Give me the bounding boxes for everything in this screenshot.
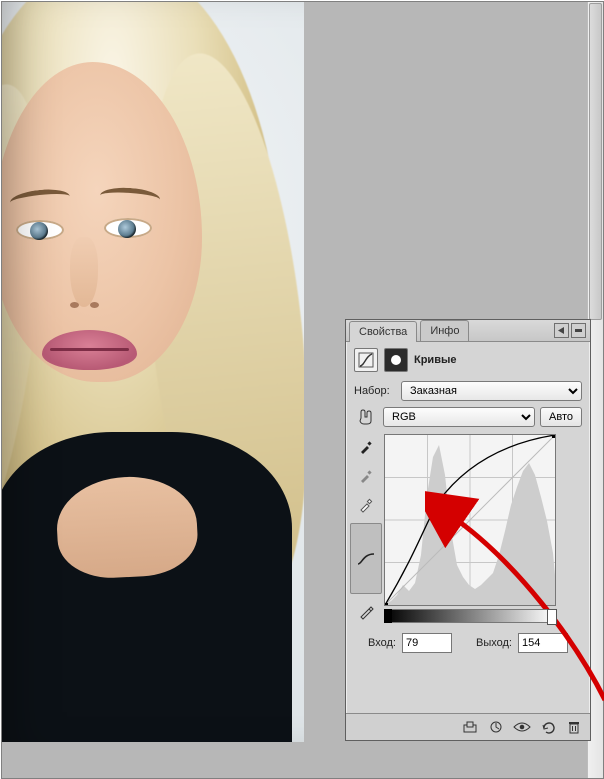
curve-tool-icon[interactable]: [350, 523, 382, 594]
input-label: Вход:: [368, 637, 396, 649]
curves-tool-column: [354, 434, 378, 623]
trash-icon[interactable]: [564, 718, 584, 736]
reset-icon[interactable]: [538, 718, 558, 736]
panel-tabs: Свойства Инфо: [346, 320, 590, 342]
channel-select[interactable]: RGB: [383, 407, 535, 427]
panel-menu-icon[interactable]: [554, 323, 569, 338]
curves-graph[interactable]: [384, 434, 556, 606]
tab-info[interactable]: Инфо: [420, 320, 469, 341]
auto-button[interactable]: Авто: [540, 407, 582, 427]
ramp-black-handle[interactable]: [384, 609, 392, 623]
pencil-tool-icon[interactable]: [354, 601, 378, 623]
eyedropper-black-icon[interactable]: [354, 436, 378, 458]
input-gradient-ramp[interactable]: [384, 609, 556, 623]
panel-header: Кривые: [346, 342, 590, 378]
curves-icon: [354, 348, 378, 372]
visibility-icon[interactable]: [512, 718, 532, 736]
tab-properties[interactable]: Свойства: [349, 321, 417, 342]
app-frame: Свойства Инфо Кривые Набор:: [1, 1, 604, 779]
eyedropper-gray-icon[interactable]: [354, 465, 378, 487]
clip-to-layer-icon[interactable]: [460, 718, 480, 736]
channel-row: RGB Авто: [346, 404, 590, 430]
eyedropper-white-icon[interactable]: [354, 494, 378, 516]
panel-footer: [346, 713, 590, 740]
preset-select[interactable]: Заказная: [401, 381, 582, 401]
collapse-icon[interactable]: [571, 323, 586, 338]
scrollbar-thumb[interactable]: [589, 3, 602, 320]
finger-tool-icon[interactable]: [354, 409, 378, 425]
output-label: Выход:: [476, 637, 512, 649]
io-row: Вход: Выход:: [346, 625, 590, 653]
document-canvas: [2, 2, 304, 742]
preset-row: Набор: Заказная: [346, 378, 590, 404]
mask-icon[interactable]: [384, 348, 408, 372]
output-value-field[interactable]: [518, 633, 568, 653]
preset-label: Набор:: [354, 385, 396, 397]
input-value-field[interactable]: [402, 633, 452, 653]
view-previous-state-icon[interactable]: [486, 718, 506, 736]
properties-panel: Свойства Инфо Кривые Набор:: [345, 319, 591, 741]
panel-title: Кривые: [414, 354, 456, 366]
ramp-white-handle[interactable]: [547, 609, 557, 625]
